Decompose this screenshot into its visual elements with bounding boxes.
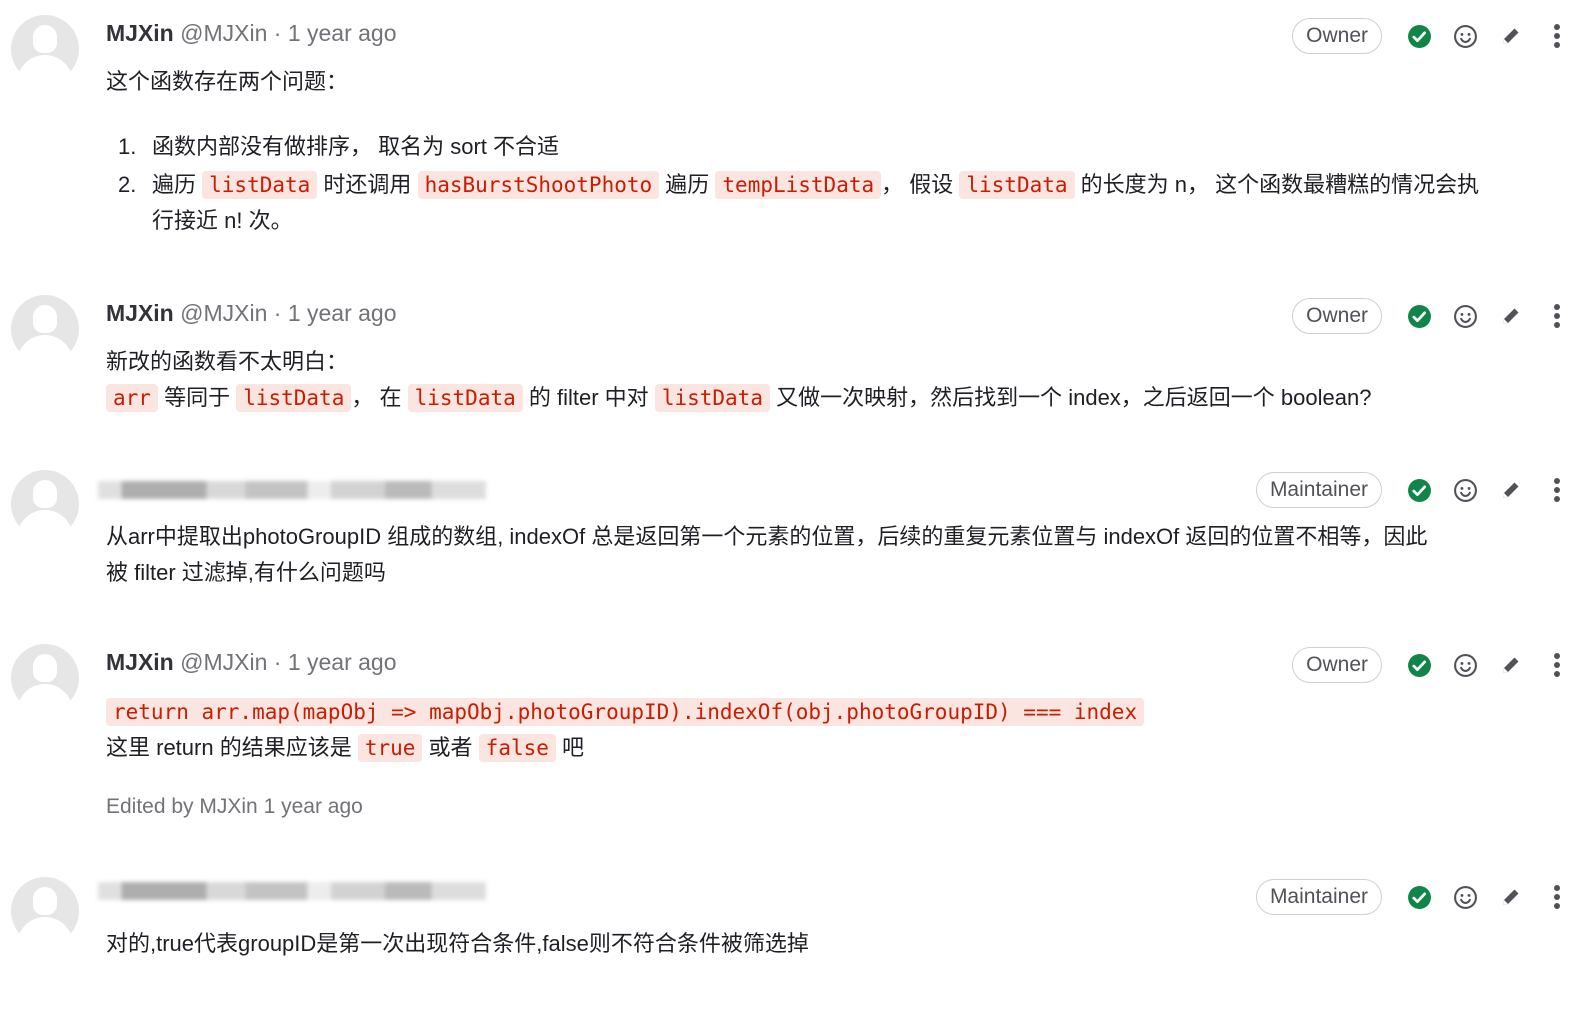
emoji-icon[interactable] (1452, 303, 1478, 329)
author-line: MJXin @MJXin · 1 year ago (106, 298, 397, 328)
edit-pencil-icon[interactable] (1498, 303, 1524, 329)
edit-pencil-icon[interactable] (1498, 652, 1524, 678)
list-item: 2. 遍历 listData 时还调用 hasBurstShootPhoto 遍… (118, 171, 1480, 233)
inline-code: true (357, 734, 423, 762)
avatar[interactable] (11, 470, 79, 538)
inline-code: tempListData (715, 171, 882, 199)
inline-code-block: return arr.map(mapObj => mapObj.photoGro… (106, 698, 1145, 726)
more-actions-icon[interactable] (1544, 23, 1570, 49)
role-badge: Owner (1292, 18, 1382, 54)
role-badge: Maintainer (1255, 472, 1382, 508)
author-meta[interactable]: @MJXin · 1 year ago (180, 300, 396, 326)
author-name[interactable]: MJXin (106, 300, 174, 326)
author-meta[interactable]: @MJXin · 1 year ago (180, 649, 396, 675)
note-actions: Owner (1292, 296, 1570, 336)
inline-code: listData (407, 384, 523, 412)
emoji-icon[interactable] (1452, 652, 1478, 678)
numbered-list: 1. 函数内部没有做排序， 取名为 sort 不合适 2. 遍历 listData… (106, 129, 1479, 239)
more-actions-icon[interactable] (1544, 477, 1570, 503)
inline-code: listData (959, 171, 1075, 199)
comment-note: Maintainer 从arr中提取出photoGroupID 组成的数组, i… (0, 450, 1584, 630)
author-line: MJXin @MJXin · 1 year ago (106, 18, 397, 48)
author-name[interactable]: MJXin (106, 20, 174, 46)
author-name[interactable]: MJXin (106, 649, 174, 675)
emoji-icon[interactable] (1452, 477, 1478, 503)
role-badge: Maintainer (1255, 879, 1382, 915)
note-actions: Owner (1292, 645, 1570, 685)
inline-code: false (478, 734, 556, 762)
edit-pencil-icon[interactable] (1498, 884, 1524, 910)
comment-note: MJXin @MJXin · 1 year ago Owner 新改的函数看不太… (0, 280, 1584, 450)
edited-label[interactable]: Edited by MJXin 1 year ago (106, 795, 363, 819)
resolve-check-icon[interactable] (1406, 303, 1432, 329)
edit-pencil-icon[interactable] (1498, 477, 1524, 503)
resolve-check-icon[interactable] (1406, 23, 1432, 49)
inline-code: listData (654, 384, 770, 412)
avatar[interactable] (11, 877, 79, 945)
more-actions-icon[interactable] (1544, 652, 1570, 678)
redacted-author-line (98, 882, 486, 900)
author-meta[interactable]: @MJXin · 1 year ago (180, 20, 396, 46)
comment-text: 对的,true代表groupID是第一次出现符合条件,false则不符合条件被筛… (106, 931, 809, 956)
emoji-icon[interactable] (1452, 884, 1478, 910)
comment-text: 从arr中提取出photoGroupID 组成的数组, indexOf 总是返回… (106, 524, 1428, 585)
resolve-check-icon[interactable] (1406, 884, 1432, 910)
comment-note: MJXin @MJXin · 1 year ago Owner 这个函数存在两个… (0, 0, 1584, 280)
avatar[interactable] (11, 295, 79, 363)
note-actions: Maintainer (1255, 470, 1570, 510)
note-actions: Owner (1292, 16, 1570, 56)
role-badge: Owner (1292, 298, 1382, 334)
avatar[interactable] (11, 15, 79, 83)
inline-code: listData (236, 384, 352, 412)
resolve-check-icon[interactable] (1406, 477, 1432, 503)
edit-pencil-icon[interactable] (1498, 23, 1524, 49)
author-line: MJXin @MJXin · 1 year ago (106, 647, 397, 677)
more-actions-icon[interactable] (1544, 303, 1570, 329)
comment-note: Maintainer 对的,true代表groupID是第一次出现符合条件,fa… (0, 860, 1584, 1010)
comment-text: return arr.map(mapObj => mapObj.photoGro… (106, 694, 1145, 766)
inline-code: arr (106, 384, 158, 412)
emoji-icon[interactable] (1452, 23, 1478, 49)
role-badge: Owner (1292, 647, 1382, 683)
avatar[interactable] (11, 644, 79, 712)
redacted-author-line (98, 481, 486, 499)
note-actions: Maintainer (1255, 877, 1570, 917)
comment-note: MJXin @MJXin · 1 year ago Owner return a… (0, 630, 1584, 860)
comment-text: 新改的函数看不太明白： arr 等同于 listData， 在 listData… (106, 349, 1372, 412)
comment-text: 这个函数存在两个问题： (106, 69, 349, 94)
inline-code: listData (202, 171, 318, 199)
inline-code: hasBurstShootPhoto (417, 171, 660, 199)
resolve-check-icon[interactable] (1406, 652, 1432, 678)
more-actions-icon[interactable] (1544, 884, 1570, 910)
list-item: 1. 函数内部没有做排序， 取名为 sort 不合适 (118, 134, 560, 159)
